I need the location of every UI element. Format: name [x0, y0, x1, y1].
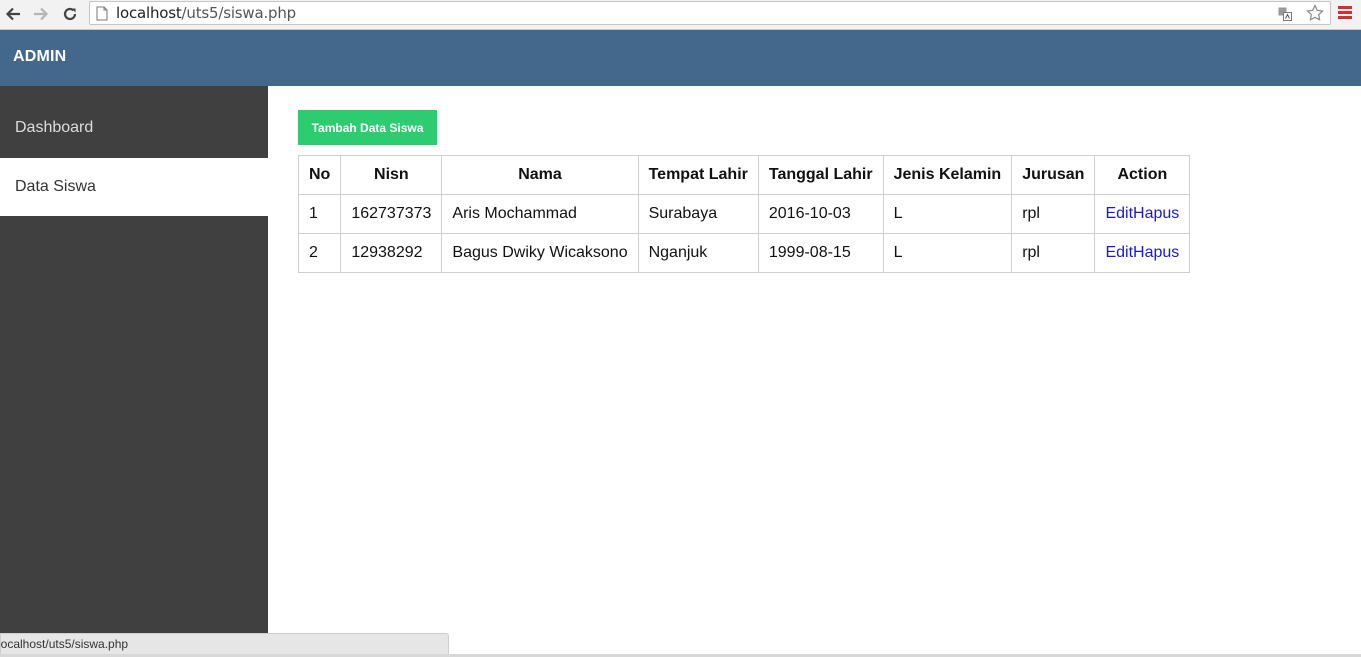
address-bar[interactable]: localhost/uts5/siswa.php: [89, 1, 1331, 25]
cell-tempat-lahir: Surabaya: [637, 194, 759, 234]
table-row: 2 12938292 Bagus Dwiky Wicaksono Nganjuk…: [297, 233, 1191, 273]
cell-tanggal-lahir: 2016-10-03: [757, 194, 884, 234]
edit-link[interactable]: Edit: [1105, 205, 1133, 222]
column-header-tempat-lahir: Tempat Lahir: [637, 155, 759, 195]
app-header: ADMIN: [0, 30, 1361, 86]
back-arrow-icon[interactable]: [2, 3, 24, 25]
column-header-action: Action: [1094, 155, 1191, 195]
reload-icon[interactable]: [59, 3, 81, 25]
cell-tanggal-lahir: 1999-08-15: [757, 233, 884, 273]
student-table: No Nisn Nama Tempat Lahir Tanggal Lahir …: [297, 155, 1191, 273]
sidebar-item-label: Data Siswa: [15, 178, 96, 195]
sidebar-item-data-siswa[interactable]: Data Siswa: [0, 158, 268, 216]
cell-jurusan: rpl: [1011, 194, 1096, 234]
cell-nisn: 12938292: [340, 233, 443, 273]
sidebar-item-label: Dashboard: [15, 119, 94, 136]
edit-link[interactable]: Edit: [1105, 244, 1133, 261]
column-header-jenis-kelamin: Jenis Kelamin: [882, 155, 1013, 195]
app-title: ADMIN: [13, 48, 67, 65]
url-text: localhost/uts5/siswa.php: [116, 4, 296, 22]
translate-icon[interactable]: [1278, 7, 1292, 26]
star-icon[interactable]: [1306, 4, 1324, 27]
browser-toolbar: localhost/uts5/siswa.php: [0, 0, 1361, 30]
status-url: localhost/uts5/siswa.php: [0, 637, 129, 651]
cell-action: EditHapus: [1094, 194, 1191, 234]
cell-no: 1: [297, 194, 342, 234]
sidebar: Dashboard Data Siswa: [0, 86, 268, 657]
page-icon: [96, 6, 108, 26]
table-header-row: No Nisn Nama Tempat Lahir Tanggal Lahir …: [297, 155, 1191, 195]
add-student-button[interactable]: Tambah Data Siswa: [298, 110, 437, 145]
column-header-jurusan: Jurusan: [1011, 155, 1096, 195]
column-header-nama: Nama: [441, 155, 639, 195]
cell-nama: Aris Mochammad: [441, 194, 639, 234]
delete-link[interactable]: Hapus: [1133, 205, 1179, 222]
forward-arrow-icon[interactable]: [30, 3, 52, 25]
cell-jenis-kelamin: L: [882, 233, 1013, 273]
delete-link[interactable]: Hapus: [1133, 244, 1179, 261]
cell-tempat-lahir: Nganjuk: [637, 233, 759, 273]
table-row: 1 162737373 Aris Mochammad Surabaya 2016…: [297, 194, 1191, 234]
cell-jurusan: rpl: [1011, 233, 1096, 273]
sidebar-item-dashboard[interactable]: Dashboard: [0, 99, 268, 157]
status-bar: localhost/uts5/siswa.php: [0, 633, 449, 655]
cell-nisn: 162737373: [340, 194, 443, 234]
cell-nama: Bagus Dwiky Wicaksono: [441, 233, 639, 273]
column-header-no: No: [297, 155, 342, 195]
column-header-tanggal-lahir: Tanggal Lahir: [757, 155, 884, 195]
cell-action: EditHapus: [1094, 233, 1191, 273]
cell-no: 2: [297, 233, 342, 273]
column-header-nisn: Nisn: [340, 155, 443, 195]
cell-jenis-kelamin: L: [882, 194, 1013, 234]
menu-icon[interactable]: [1338, 6, 1352, 20]
